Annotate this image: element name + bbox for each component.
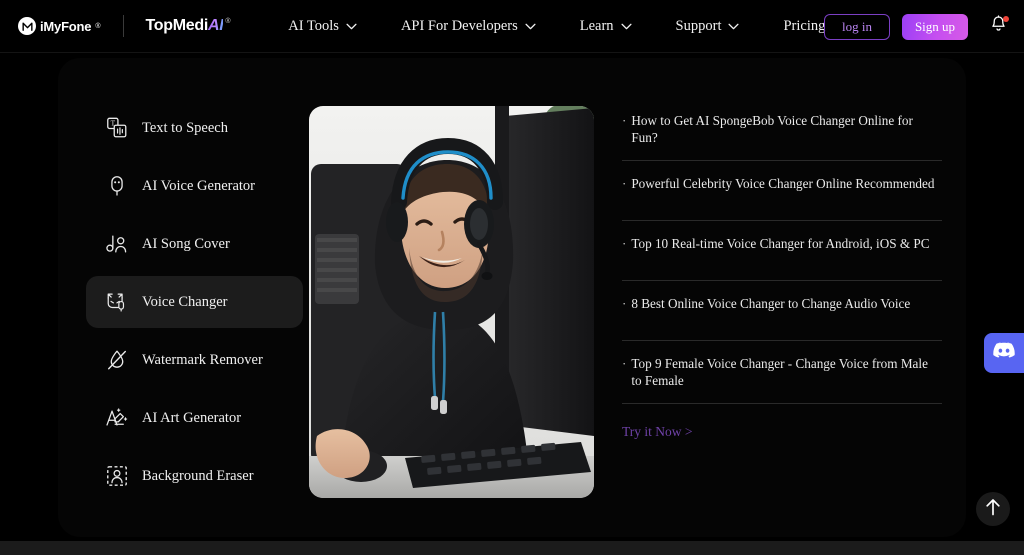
sidebar-item-watermark-remover[interactable]: Watermark Remover [86, 334, 303, 386]
page-bottom-strip [0, 541, 1024, 555]
try-it-now-link[interactable]: Try it Now > [622, 424, 693, 440]
chevron-down-icon [346, 23, 357, 30]
nav-item-label: API For Developers [400, 17, 518, 34]
article-title[interactable]: How to Get AI SpongeBob Voice Changer On… [631, 112, 940, 146]
nav-item-ai-tools[interactable]: AI Tools [288, 18, 357, 35]
article-bullet: · [622, 176, 627, 191]
article-list-item[interactable]: · Top 10 Real-time Voice Changer for And… [622, 221, 942, 281]
article-list-item[interactable]: · Powerful Celebrity Voice Changer Onlin… [622, 161, 942, 221]
article-list-item[interactable]: · How to Get AI SpongeBob Voice Changer … [622, 106, 942, 161]
sidebar-item-ai-art-generator[interactable]: AI Art Generator [86, 392, 303, 444]
signup-button[interactable]: Sign up [902, 13, 968, 40]
article-bullet: · [622, 296, 627, 311]
article-list-item[interactable]: · 8 Best Online Voice Changer to Change … [622, 281, 942, 341]
sidebar-item-label: Text to Speech [142, 119, 228, 136]
sidebar-item-background-eraser[interactable]: Background Eraser [86, 450, 303, 502]
sidebar-item-label: Voice Changer [142, 293, 228, 310]
article-title[interactable]: Top 9 Female Voice Changer - Change Voic… [631, 355, 940, 389]
imyfone-registered-mark: ® [95, 22, 101, 30]
sidebar-item-text-to-speech[interactable]: T Text to Speech [86, 102, 303, 154]
notifications-button[interactable] [986, 14, 1010, 40]
nav-item-support[interactable]: Support [676, 18, 740, 35]
nav-item-label: Pricing [783, 17, 826, 34]
discord-floating-button[interactable] [984, 333, 1024, 373]
sidebar-item-label: AI Art Generator [142, 409, 242, 426]
scroll-to-top-button[interactable] [976, 492, 1010, 526]
nav-item-label: Support [675, 17, 722, 34]
imyfone-mark-icon [18, 17, 36, 35]
main-nav: AI Tools API For Developers Learn Suppor… [288, 18, 825, 35]
topmediai-logo[interactable]: TopMedi AI ® [146, 17, 231, 35]
sidebar-item-label: Background Eraser [142, 467, 254, 484]
sidebar-item-label: AI Song Cover [142, 235, 230, 252]
article-title[interactable]: 8 Best Online Voice Changer to Change Au… [631, 295, 910, 312]
topmediai-accent: AI [207, 17, 224, 34]
related-articles-list: · How to Get AI SpongeBob Voice Changer … [622, 98, 942, 537]
article-list-item[interactable]: · Top 9 Female Voice Changer - Change Vo… [622, 341, 942, 404]
topmediai-prefix: TopMedi [145, 17, 209, 34]
chevron-down-icon [728, 23, 740, 30]
logo-divider [122, 15, 124, 37]
person-dashed-box-icon [104, 463, 130, 489]
sidebar-item-label: AI Voice Generator [142, 177, 256, 194]
header-actions: log in Sign up [824, 0, 1010, 53]
chevron-down-icon [620, 23, 632, 30]
article-bullet: · [622, 356, 627, 371]
page-root: iMyFone ® TopMedi AI ® AI Tools API For De… [0, 0, 1024, 555]
text-to-speech-icon: T [104, 115, 130, 141]
nav-item-label: AI Tools [288, 17, 339, 34]
imyfone-logo-text: iMyFone [40, 18, 92, 34]
droplet-slash-icon [104, 347, 130, 373]
article-title[interactable]: Powerful Celebrity Voice Changer Online … [631, 175, 934, 192]
login-button[interactable]: log in [824, 13, 890, 40]
chevron-down-icon [525, 23, 536, 30]
discord-icon [993, 342, 1015, 364]
sidebar-item-label: Watermark Remover [142, 351, 263, 368]
art-pen-icon [104, 405, 130, 431]
nav-item-label: Learn [579, 17, 614, 34]
arrow-up-icon [985, 498, 1001, 521]
top-navigation-bar: iMyFone ® TopMedi AI ® AI Tools API For De… [0, 0, 1024, 53]
nav-item-pricing[interactable]: Pricing [783, 18, 825, 35]
sidebar-item-voice-changer[interactable]: Voice Changer [86, 276, 303, 328]
voice-changer-feature-panel: T Text to Speech AI Voice Generator AI S… [58, 58, 966, 537]
sidebar-item-ai-song-cover[interactable]: AI Song Cover [86, 218, 303, 270]
cat-voice-icon [104, 289, 130, 315]
nav-item-learn[interactable]: Learn [580, 18, 632, 35]
hero-photo-illustration [309, 106, 594, 498]
notification-badge-dot [1003, 15, 1009, 22]
topmediai-registered-mark: ® [225, 18, 231, 25]
music-person-icon [104, 231, 130, 257]
logo-group: iMyFone ® TopMedi AI ® [18, 15, 231, 37]
hero-photo [309, 106, 594, 498]
imyfone-logo[interactable]: iMyFone ® [18, 17, 101, 35]
microphone-icon [104, 173, 130, 199]
article-bullet: · [622, 236, 627, 251]
nav-item-api-for-developers[interactable]: API For Developers [401, 18, 536, 35]
article-bullet: · [622, 113, 627, 128]
article-title[interactable]: Top 10 Real-time Voice Changer for Andro… [631, 235, 929, 252]
feature-sidebar: T Text to Speech AI Voice Generator AI S… [58, 98, 303, 537]
sidebar-item-ai-voice-generator[interactable]: AI Voice Generator [86, 160, 303, 212]
